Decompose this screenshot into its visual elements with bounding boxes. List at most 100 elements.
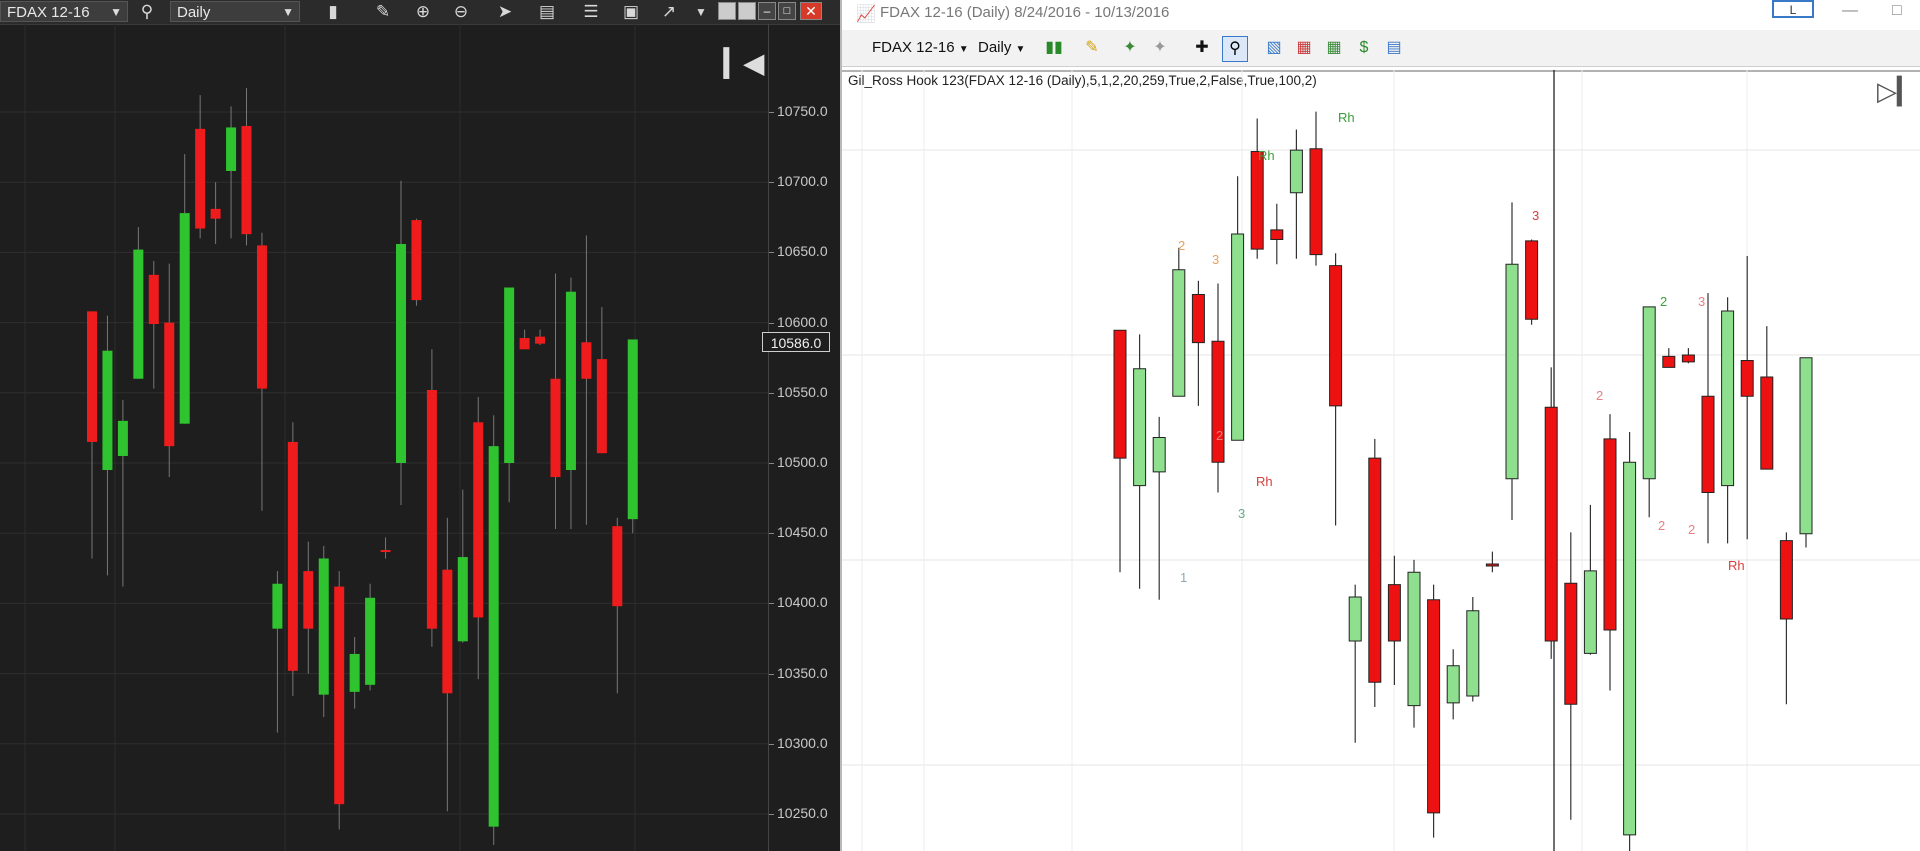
minimize-button[interactable]: – — [758, 2, 776, 20]
layout-icon[interactable]: ▣ — [618, 0, 644, 24]
restore-button[interactable] — [718, 2, 736, 20]
candle-body — [1583, 570, 1597, 654]
tick-mark — [769, 814, 774, 815]
strategy-disabled-icon[interactable]: ✦ — [1148, 36, 1172, 60]
tick-mark — [769, 533, 774, 535]
candle-body — [1368, 457, 1382, 683]
candle-body — [1740, 360, 1754, 397]
chevron-down-icon: ▼ — [958, 44, 969, 55]
candle-body — [1231, 233, 1245, 441]
right-price-chart[interactable]: 2 3 2 Rh 3 1 Rh Rh 3 2 2 2 3 2 Rh — [842, 70, 1920, 851]
candle-body — [349, 653, 360, 692]
candle-body — [365, 597, 376, 685]
candle-body — [1427, 599, 1441, 814]
maximize-button[interactable]: □ — [778, 2, 796, 20]
candle-body — [318, 558, 329, 695]
indicator-annotation: 2 — [1178, 238, 1185, 253]
left-price-axis[interactable]: 10750.0 10700.0 10650.0 10600.0 10550.0 10500… — [768, 24, 840, 851]
pencil-icon[interactable]: ✎ — [1080, 36, 1104, 60]
candle-body — [380, 550, 391, 553]
candles-icon[interactable]: ▮ — [320, 0, 346, 24]
data-box-icon[interactable]: ▤ — [534, 0, 560, 24]
left-price-chart[interactable] — [0, 24, 768, 851]
candle-body — [1113, 329, 1127, 459]
tile-button[interactable] — [738, 2, 756, 20]
indicator-annotation: 2 — [1216, 428, 1223, 443]
candle-body — [627, 339, 638, 520]
price-tick-label: 10600.0 — [777, 313, 828, 330]
candle-body — [411, 220, 422, 301]
price-tick-label: 10400.0 — [777, 594, 828, 611]
candle-body — [1485, 563, 1499, 567]
candle-body — [1152, 437, 1166, 473]
window-title: FDAX 12-16 (Daily) 8/24/2016 - 10/13/201… — [880, 4, 1170, 21]
candle-body — [1466, 610, 1480, 697]
layout-button[interactable]: L — [1772, 0, 1814, 18]
indicator-annotation: 3 — [1532, 208, 1539, 223]
candle-body — [87, 311, 97, 442]
candle-body — [550, 378, 561, 478]
close-button[interactable]: ✕ — [800, 2, 822, 20]
dropdown-icon[interactable]: ▼ — [688, 0, 714, 24]
minimize-icon[interactable]: — — [1842, 2, 1858, 20]
candle-body — [612, 526, 623, 607]
price-tick-label: 10500.0 — [777, 454, 828, 470]
candle-body — [457, 557, 468, 642]
left-toolbar: FDAX 12-16 ▼ ⚲ Daily ▼ ▮ ✎ ⊕ ⊖ ➤ ▤ ☰ ▣ ↗… — [0, 0, 840, 25]
strategies-icon[interactable]: ▦ — [1292, 36, 1316, 60]
indicator-annotation: Rh — [1338, 110, 1355, 125]
dollar-icon[interactable]: $ — [1352, 36, 1376, 60]
price-tick-label: 10250.0 — [777, 805, 828, 821]
candle-body — [1407, 571, 1421, 707]
candle-body — [1779, 540, 1793, 620]
candle-body — [164, 322, 175, 447]
symbol-selector[interactable]: FDAX 12-16 ▼ — [872, 39, 969, 56]
zoom-in-icon[interactable]: ⊕ — [410, 0, 436, 24]
tick-mark — [769, 392, 774, 394]
candle-body — [1603, 438, 1617, 631]
chevron-down-icon: ▼ — [110, 5, 122, 19]
strategy-icon[interactable]: ✦ — [1118, 36, 1142, 60]
candle-body — [102, 350, 113, 471]
search-icon[interactable]: ⚲ — [134, 0, 160, 24]
candle-body — [1701, 395, 1715, 493]
candle-body — [1564, 582, 1578, 705]
candle-body — [1289, 149, 1303, 194]
candle-body — [210, 208, 221, 219]
candle-body — [1309, 148, 1323, 256]
candle-body — [1172, 269, 1186, 397]
chart-style-icon[interactable]: ▮▮ — [1042, 36, 1066, 60]
skip-to-start-icon[interactable]: ▎◀ — [724, 48, 764, 79]
interval-selector[interactable]: Daily ▼ — [978, 39, 1025, 56]
indicator-annotation: 3 — [1238, 506, 1245, 521]
price-tick-label: 10750.0 — [777, 103, 828, 119]
candle-body — [1191, 294, 1205, 344]
maximize-icon[interactable]: □ — [1892, 2, 1902, 20]
chart-properties-icon[interactable]: ▦ — [1322, 36, 1346, 60]
crosshair-icon[interactable]: ✚ — [1190, 36, 1214, 60]
zoom-icon[interactable]: ⚲ — [1222, 36, 1248, 62]
candle-body — [535, 336, 546, 344]
bars-icon[interactable]: ☰ — [578, 0, 604, 24]
candle-body — [396, 243, 406, 463]
tick-mark — [769, 322, 774, 324]
candle-body — [1211, 340, 1225, 463]
candle-body — [1505, 263, 1519, 480]
interval-label: Daily — [978, 39, 1012, 56]
interval-selector[interactable]: Daily ▼ — [170, 1, 300, 22]
tick-mark — [769, 743, 774, 745]
candle-body — [504, 287, 515, 463]
indicator-annotation: 2 — [1658, 518, 1665, 533]
candle-body — [426, 389, 437, 629]
zoom-out-icon[interactable]: ⊖ — [448, 0, 474, 24]
candle-body — [519, 338, 530, 350]
drawing-icon[interactable]: ↗ — [656, 0, 682, 24]
window-titlebar: 📈 FDAX 12-16 (Daily) 8/24/2016 - 10/13/2… — [842, 0, 1920, 28]
data-box-icon[interactable]: ▤ — [1382, 36, 1406, 60]
indicators-icon[interactable]: ▧ — [1262, 36, 1286, 60]
symbol-selector[interactable]: FDAX 12-16 ▼ — [0, 1, 128, 22]
pencil-icon[interactable]: ✎ — [370, 0, 396, 24]
chevron-down-icon: ▼ — [1015, 44, 1026, 55]
pointer-icon[interactable]: ➤ — [492, 0, 518, 24]
price-tick-label: 10700.0 — [777, 173, 828, 190]
